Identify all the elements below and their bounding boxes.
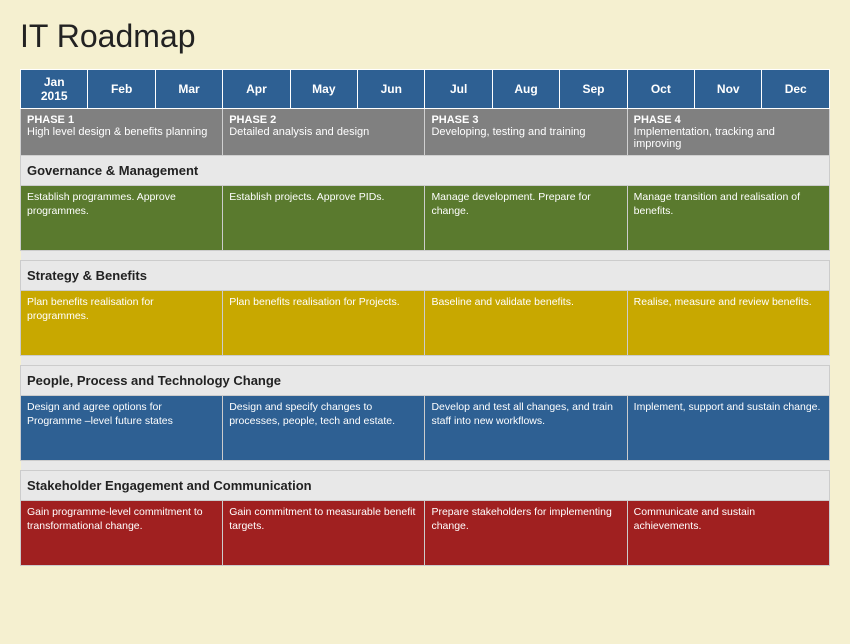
month-jul: Jul: [425, 70, 492, 109]
people-title: People, Process and Technology Change: [21, 366, 830, 396]
phase1-title: PHASE 1: [27, 114, 216, 126]
people-section-header: People, Process and Technology Change: [21, 366, 830, 396]
phase4-title: PHASE 4: [634, 114, 823, 126]
strategy-title: Strategy & Benefits: [21, 261, 830, 291]
month-mar: Mar: [155, 70, 222, 109]
phase2-desc: Detailed analysis and design: [229, 126, 369, 138]
governance-data-row: Establish programmes. Approve programmes…: [21, 186, 830, 251]
stake-text-4: Communicate and sustain achievements.: [628, 501, 829, 565]
people-text-3: Develop and test all changes, and train …: [425, 396, 626, 460]
month-feb: Feb: [88, 70, 155, 109]
month-nov: Nov: [695, 70, 762, 109]
month-apr: Apr: [223, 70, 290, 109]
strategy-section-header: Strategy & Benefits: [21, 261, 830, 291]
phase1-cell: PHASE 1 High level design & benefits pla…: [21, 109, 223, 156]
phase2-title: PHASE 2: [229, 114, 418, 126]
strat-cell-2: Plan benefits realisation for Projects.: [223, 291, 425, 356]
gov-text-3: Manage development. Prepare for change.: [425, 186, 626, 250]
phase3-desc: Developing, testing and training: [431, 126, 585, 138]
governance-title: Governance & Management: [21, 156, 830, 186]
stake-cell-4: Communicate and sustain achievements.: [627, 501, 829, 566]
month-may: May: [290, 70, 357, 109]
month-jun: Jun: [358, 70, 425, 109]
stake-text-2: Gain commitment to measurable benefit ta…: [223, 501, 424, 565]
phase-row: PHASE 1 High level design & benefits pla…: [21, 109, 830, 156]
stake-cell-2: Gain commitment to measurable benefit ta…: [223, 501, 425, 566]
month-oct: Oct: [627, 70, 694, 109]
stake-text-1: Gain programme-level commitment to trans…: [21, 501, 222, 565]
gov-cell-1: Establish programmes. Approve programmes…: [21, 186, 223, 251]
spacer-3: [21, 461, 830, 471]
spacer-2: [21, 356, 830, 366]
spacer-1: [21, 251, 830, 261]
governance-section-header: Governance & Management: [21, 156, 830, 186]
strat-cell-4: Realise, measure and review benefits.: [627, 291, 829, 356]
stakeholder-data-row: Gain programme-level commitment to trans…: [21, 501, 830, 566]
phase4-cell: PHASE 4 Implementation, tracking and imp…: [627, 109, 829, 156]
stake-cell-1: Gain programme-level commitment to trans…: [21, 501, 223, 566]
people-cell-3: Develop and test all changes, and train …: [425, 396, 627, 461]
strat-text-2: Plan benefits realisation for Projects.: [223, 291, 424, 355]
gov-text-1: Establish programmes. Approve programmes…: [21, 186, 222, 250]
people-cell-4: Implement, support and sustain change.: [627, 396, 829, 461]
strat-cell-3: Baseline and validate benefits.: [425, 291, 627, 356]
people-cell-2: Design and specify changes to processes,…: [223, 396, 425, 461]
gov-cell-3: Manage development. Prepare for change.: [425, 186, 627, 251]
gov-cell-4: Manage transition and realisation of ben…: [627, 186, 829, 251]
header-row: Jan2015 Feb Mar Apr May Jun Jul Aug Sep …: [21, 70, 830, 109]
people-text-1: Design and agree options for Programme –…: [21, 396, 222, 460]
phase4-desc: Implementation, tracking and improving: [634, 126, 775, 150]
month-jan: Jan2015: [21, 70, 88, 109]
gov-cell-2: Establish projects. Approve PIDs.: [223, 186, 425, 251]
stakeholder-section-header: Stakeholder Engagement and Communication: [21, 471, 830, 501]
people-text-2: Design and specify changes to processes,…: [223, 396, 424, 460]
phase1-desc: High level design & benefits planning: [27, 126, 207, 138]
stakeholder-title: Stakeholder Engagement and Communication: [21, 471, 830, 501]
month-sep: Sep: [560, 70, 627, 109]
strategy-data-row: Plan benefits realisation for programmes…: [21, 291, 830, 356]
strat-cell-1: Plan benefits realisation for programmes…: [21, 291, 223, 356]
people-text-4: Implement, support and sustain change.: [628, 396, 829, 460]
page-title: IT Roadmap: [20, 18, 830, 55]
month-aug: Aug: [492, 70, 559, 109]
strat-text-4: Realise, measure and review benefits.: [628, 291, 829, 355]
phase3-title: PHASE 3: [431, 114, 620, 126]
strat-text-1: Plan benefits realisation for programmes…: [21, 291, 222, 355]
gov-text-2: Establish projects. Approve PIDs.: [223, 186, 424, 250]
stake-text-3: Prepare stakeholders for implementing ch…: [425, 501, 626, 565]
strat-text-3: Baseline and validate benefits.: [425, 291, 626, 355]
people-data-row: Design and agree options for Programme –…: [21, 396, 830, 461]
stake-cell-3: Prepare stakeholders for implementing ch…: [425, 501, 627, 566]
people-cell-1: Design and agree options for Programme –…: [21, 396, 223, 461]
phase2-cell: PHASE 2 Detailed analysis and design: [223, 109, 425, 156]
gov-text-4: Manage transition and realisation of ben…: [628, 186, 829, 250]
roadmap-table: Jan2015 Feb Mar Apr May Jun Jul Aug Sep …: [20, 69, 830, 566]
month-dec: Dec: [762, 70, 830, 109]
phase3-cell: PHASE 3 Developing, testing and training: [425, 109, 627, 156]
